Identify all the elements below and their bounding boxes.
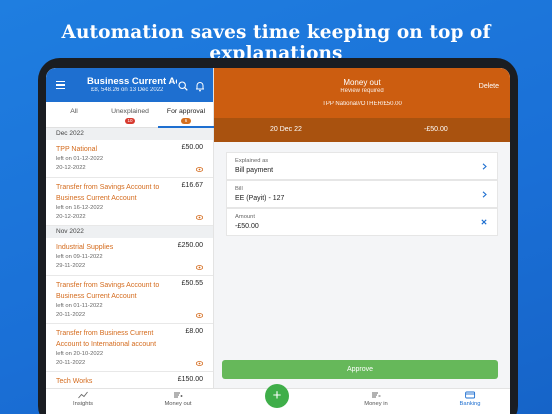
transaction-reference: TPP National//OTHER/£50.00 <box>322 101 402 107</box>
transaction-row[interactable]: Industrial Supplies £250.00 left on 09-1… <box>46 238 213 276</box>
amount-field[interactable]: Amount -£50.00 <box>226 208 498 236</box>
menu-icon[interactable] <box>56 81 65 90</box>
transaction-date: 29-11-2022 <box>56 263 86 269</box>
nav-label: Insights <box>73 401 93 407</box>
field-label: Amount <box>235 214 255 220</box>
filter-tabs: All Unexplained 10 For approval 6 <box>46 102 214 128</box>
transaction-name: TPP National <box>56 146 98 153</box>
eye-icon <box>196 361 203 366</box>
transaction-name: Industrial Supplies <box>56 244 114 251</box>
nav-label: Money in <box>364 401 388 407</box>
nav-insights[interactable]: Insights <box>53 391 113 407</box>
close-icon[interactable] <box>481 219 487 225</box>
transaction-amount: -£50.00 <box>424 126 448 133</box>
search-icon[interactable] <box>178 81 188 91</box>
account-title[interactable]: Business Current Ac... <box>87 76 177 87</box>
money-out-icon <box>174 392 183 398</box>
tab-all[interactable]: All <box>46 108 102 115</box>
delete-button[interactable]: Delete <box>479 83 499 90</box>
transaction-name-line-1: Transfer from Savings Account to <box>56 184 160 191</box>
transaction-date: 20-12-2022 <box>56 214 86 220</box>
transaction-amount: £50.55 <box>181 280 203 287</box>
app-screen: Business Current Ac... £8, 548.26 on 13 … <box>46 68 510 414</box>
nav-money-out[interactable]: Money out <box>148 391 208 407</box>
transaction-left-on: left on 09-11-2022 <box>56 254 103 260</box>
chevron-right-icon <box>482 163 487 170</box>
transaction-name: Tech Works <box>56 378 93 385</box>
chart-line-icon <box>78 391 88 399</box>
transaction-name-line-2: Business Current Account <box>56 293 137 300</box>
detail-title: Money out <box>343 78 381 87</box>
transaction-row[interactable]: Transfer from Savings Account to Busines… <box>46 178 213 226</box>
field-value: -£50.00 <box>235 223 259 230</box>
approve-button[interactable]: Approve <box>222 360 498 379</box>
transaction-detail-pane: Money out Review required TPP National//… <box>214 68 510 414</box>
nav-banking[interactable]: Banking <box>440 391 500 407</box>
field-value: Bill payment <box>235 167 274 174</box>
transaction-amount: £16.67 <box>181 182 203 189</box>
date-amount-bar: 20 Dec 22 -£50.00 <box>214 118 510 142</box>
transaction-name-line-1: Transfer from Business Current <box>56 330 154 337</box>
transaction-amount: £8.00 <box>185 328 203 335</box>
month-header: Dec 2022 <box>46 128 213 140</box>
nav-money-in[interactable]: Money in <box>346 391 406 407</box>
eye-icon <box>196 215 203 220</box>
bell-icon[interactable] <box>195 81 205 92</box>
add-button[interactable]: + <box>265 384 289 408</box>
nav-label: Banking <box>459 401 481 407</box>
transaction-left-on: left on 01-12-2022 <box>56 156 104 162</box>
account-balance: £8, 548.26 on 13 Dec 2022 <box>91 87 164 93</box>
for-approval-count-badge: 6 <box>181 118 191 124</box>
nav-label: Money out <box>164 401 192 407</box>
chevron-right-icon <box>482 191 487 198</box>
transaction-row[interactable]: Transfer from Business Current Account t… <box>46 324 213 372</box>
transaction-amount: £150.00 <box>177 376 203 383</box>
tab-unexplained[interactable]: Unexplained <box>102 108 158 115</box>
transaction-name-line-1: Transfer from Savings Account to <box>56 282 160 289</box>
transaction-date: 20-11-2022 <box>56 312 86 318</box>
month-header: Nov 2022 <box>46 226 213 238</box>
active-tab-indicator <box>158 126 214 128</box>
bank-card-icon <box>464 391 475 399</box>
field-label: Explained as <box>235 158 269 164</box>
transaction-row[interactable]: TPP National £50.00 left on 01-12-2022 2… <box>46 140 213 178</box>
money-in-icon <box>372 392 381 398</box>
transaction-row[interactable]: Transfer from Savings Account to Busines… <box>46 276 213 324</box>
field-value: EE (Payit) - 127 <box>235 195 285 202</box>
transaction-left-on: left on 16-12-2022 <box>56 205 104 211</box>
unexplained-count-badge: 10 <box>125 118 135 124</box>
transaction-amount: £250.00 <box>177 242 203 249</box>
transactions-pane: Business Current Ac... £8, 548.26 on 13 … <box>46 68 214 414</box>
transaction-left-on: left on 01-11-2022 <box>56 303 103 309</box>
transaction-left-on: left on 20-10-2022 <box>56 351 104 357</box>
eye-icon <box>196 265 203 270</box>
explained-as-field[interactable]: Explained as Bill payment <box>226 152 498 180</box>
account-header: Business Current Ac... £8, 548.26 on 13 … <box>46 68 213 102</box>
transaction-date: 20-11-2022 <box>56 360 86 366</box>
tab-for-approval[interactable]: For approval <box>158 108 214 115</box>
eye-icon <box>196 313 203 318</box>
transaction-date: 20 Dec 22 <box>270 126 302 133</box>
review-status: Review required <box>340 88 384 94</box>
transaction-name-line-2: Account to International account <box>56 341 157 348</box>
eye-icon <box>196 167 203 172</box>
detail-header: Money out Review required TPP National//… <box>214 68 510 118</box>
transaction-date: 20-12-2022 <box>56 165 86 171</box>
field-label: Bill <box>235 186 243 192</box>
transaction-amount: £50.00 <box>181 144 203 151</box>
transaction-name-line-2: Business Current Account <box>56 195 137 202</box>
bill-field[interactable]: Bill EE (Payit) - 127 <box>226 180 498 208</box>
